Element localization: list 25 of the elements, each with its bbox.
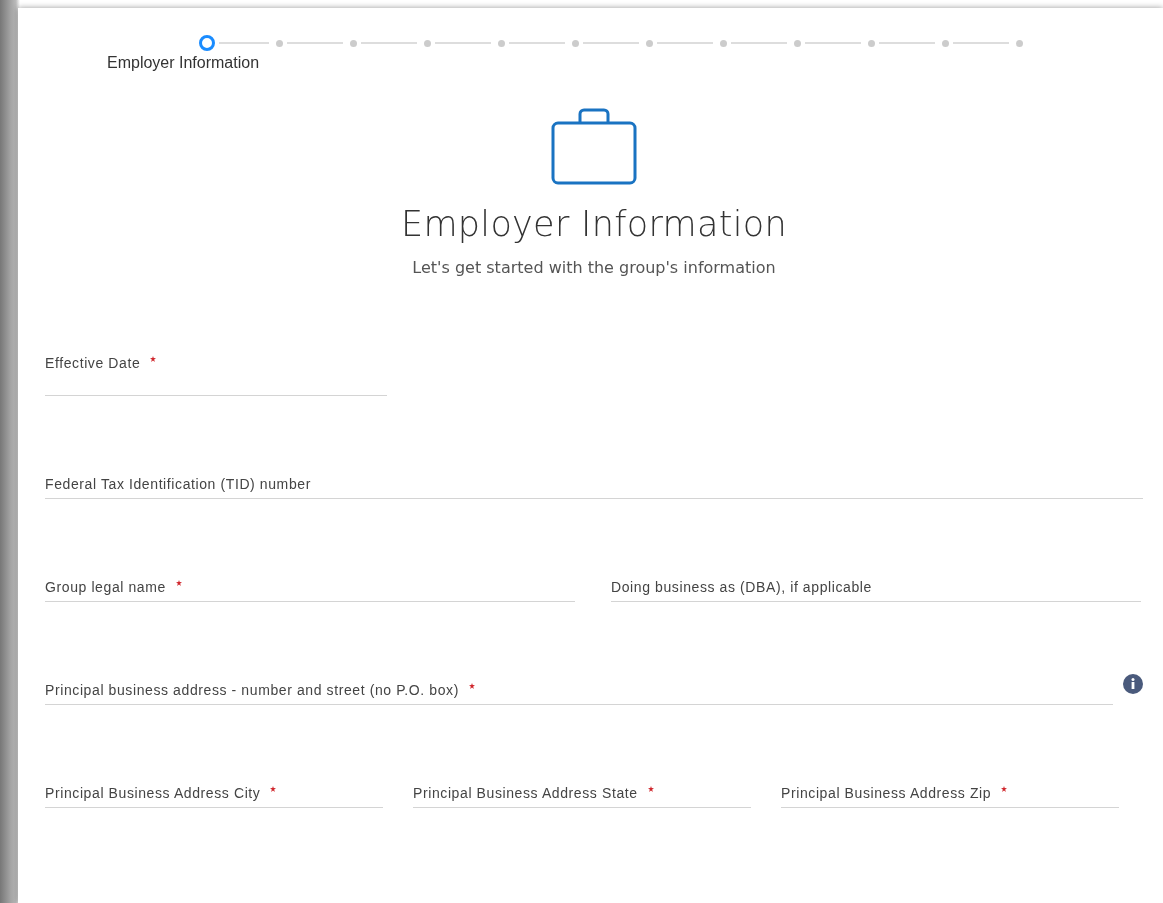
step-dot[interactable] (794, 39, 801, 47)
step-dot[interactable] (498, 39, 505, 47)
info-icon[interactable] (1123, 674, 1143, 694)
step-dot[interactable] (1016, 39, 1023, 47)
input-field[interactable]: Doing business as (DBA), if applicable (611, 579, 1141, 602)
page-subtitle: Let's get started with the group's information (412, 258, 776, 277)
input-field[interactable]: Principal Business Address State (413, 785, 751, 808)
input-field[interactable]: Federal Tax Identification (TID) number (45, 476, 1143, 499)
briefcase-icon (551, 108, 637, 186)
step-dot[interactable] (424, 39, 431, 47)
input-field[interactable]: Group legal name (45, 579, 575, 602)
input-field[interactable]: Effective Date (45, 355, 387, 396)
input-field[interactable]: Principal Business Address City (45, 785, 383, 808)
step-dot[interactable] (276, 39, 283, 47)
step-dot[interactable] (646, 39, 653, 47)
step-label: Employer Information (107, 54, 260, 72)
step-dot[interactable] (720, 39, 727, 47)
step-dot[interactable] (572, 39, 579, 47)
step-dot[interactable] (942, 39, 949, 47)
step-dot[interactable] (350, 39, 357, 47)
step-dot[interactable] (199, 35, 215, 51)
step-dot[interactable] (868, 39, 875, 47)
page-title: Employer Information (401, 204, 787, 244)
input-field[interactable]: Principal Business Address Zip (781, 785, 1119, 808)
input-field[interactable]: Principal business address - number and street (no P.O. box) (45, 682, 1113, 705)
